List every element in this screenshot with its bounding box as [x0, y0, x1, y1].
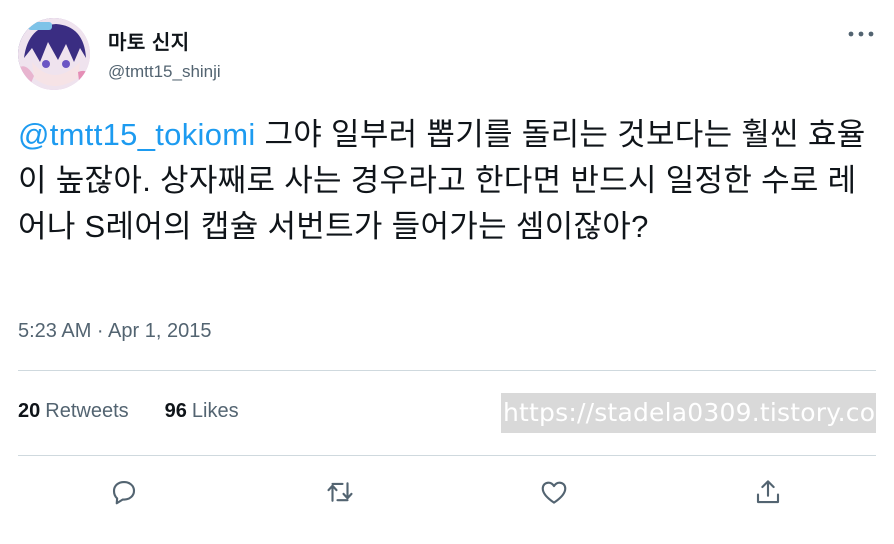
tweet-text: @tmtt15_tokiomi 그야 일부러 뽑기를 돌리는 것보다는 훨씬 효…	[18, 112, 878, 250]
likes-label: Likes	[191, 400, 239, 422]
like-button[interactable]	[536, 474, 572, 510]
more-button[interactable]	[846, 22, 876, 46]
engagement-stats: 20 Retweets 96 Likes	[18, 400, 275, 423]
share-button[interactable]	[750, 474, 786, 510]
likes-count: 96	[164, 400, 187, 422]
user-handle[interactable]: @tmtt15_shinji	[108, 62, 221, 82]
retweets-label: Retweets	[45, 400, 129, 422]
watermark: https://stadela0309.tistory.com	[501, 393, 876, 433]
retweet-icon	[327, 482, 353, 502]
tweet-timestamp[interactable]: 5:23 AM · Apr 1, 2015	[18, 320, 211, 343]
mention-link[interactable]: @tmtt15_tokiomi	[18, 117, 256, 152]
avatar[interactable]	[18, 18, 90, 90]
retweet-button[interactable]	[322, 474, 358, 510]
retweets-stat[interactable]: 20 Retweets	[18, 400, 129, 423]
heart-icon	[541, 481, 567, 504]
more-dots-icon	[848, 31, 874, 37]
divider	[18, 370, 876, 371]
reply-button[interactable]	[106, 474, 142, 510]
avatar-image	[18, 18, 90, 90]
reply-icon	[112, 480, 136, 505]
share-icon	[756, 480, 780, 504]
likes-stat[interactable]: 96 Likes	[165, 400, 239, 423]
display-name[interactable]: 마토 신지	[108, 26, 190, 55]
tweet-card: 마토 신지 @tmtt15_shinji @tmtt15_tokiomi 그야 …	[0, 0, 894, 544]
retweets-count: 20	[18, 400, 41, 422]
action-bar	[0, 474, 894, 510]
divider	[18, 455, 876, 456]
